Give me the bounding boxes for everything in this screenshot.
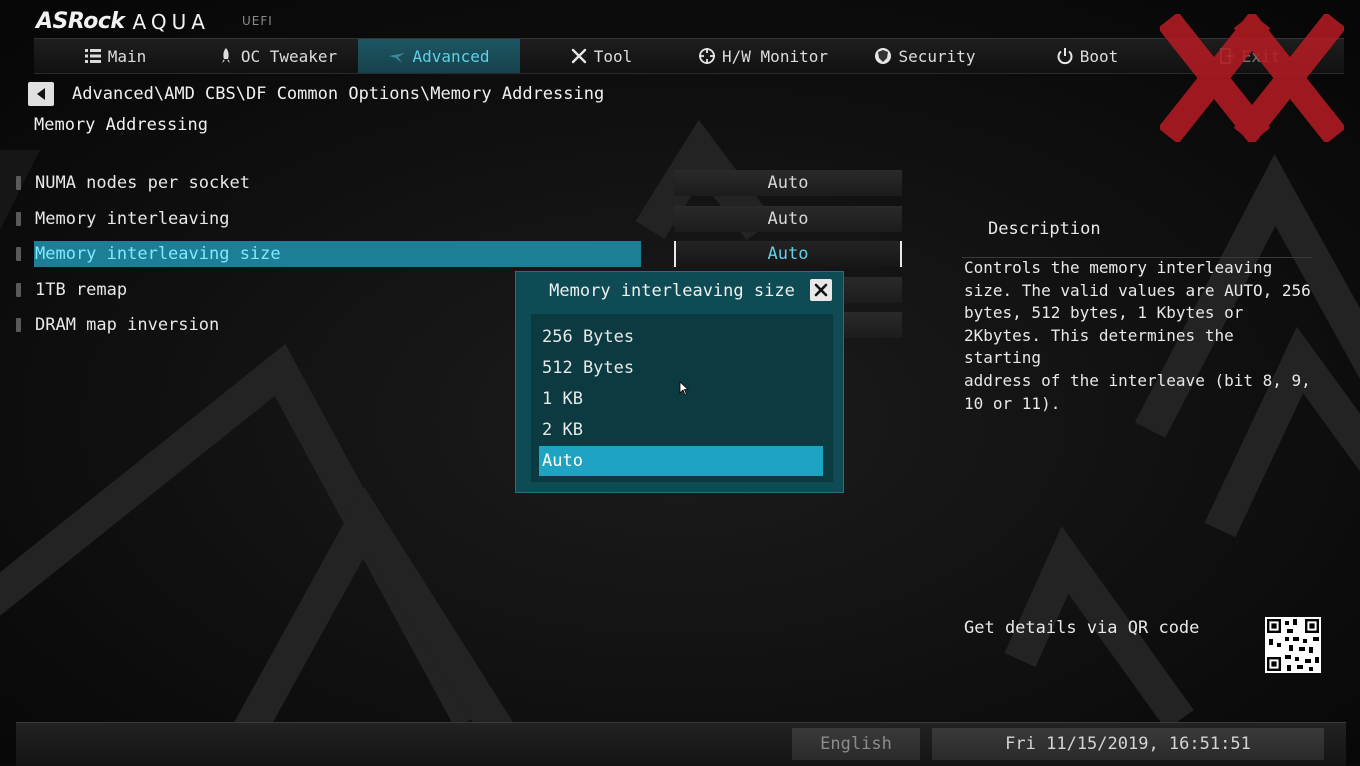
close-button[interactable] [810, 279, 832, 301]
popup-title: Memory interleaving size [549, 281, 795, 301]
page-title: Memory Addressing [34, 115, 208, 135]
description-line: address of the interleave (bit 8, 9, [964, 370, 1311, 390]
top-nav: Main OC Tweaker Advanced Tool H/W Monito… [34, 38, 1344, 74]
tab-main[interactable]: Main [34, 39, 196, 73]
tab-label: Boot [1079, 46, 1119, 66]
option-auto[interactable]: Auto [539, 446, 823, 476]
row-marker [16, 212, 21, 226]
setting-row-numa-nodes[interactable]: NUMA nodes per socket Auto [14, 170, 904, 196]
qr-code-icon[interactable] [1265, 617, 1321, 673]
crosshair-icon [699, 48, 716, 64]
tab-oc-tweaker[interactable]: OC Tweaker [196, 39, 358, 73]
setting-label: 1TB remap [35, 280, 128, 300]
tab-exit[interactable]: Exit [1168, 39, 1330, 73]
shield-icon [875, 48, 892, 64]
description-line: Controls the memory interleaving [964, 258, 1273, 277]
setting-row-memory-interleaving-size[interactable]: Memory interleaving size Auto [14, 241, 904, 267]
setting-value[interactable]: Auto [674, 206, 902, 232]
close-icon [814, 283, 828, 297]
breadcrumb: Advanced\AMD CBS\DF Common Options\Memor… [72, 84, 605, 104]
row-marker [16, 283, 21, 297]
power-icon [1057, 48, 1073, 65]
mouse-cursor-icon [679, 381, 689, 396]
back-arrow-icon [37, 88, 45, 100]
tab-label: Security [898, 46, 976, 66]
option-2-kb[interactable]: 2 KB [539, 415, 823, 445]
description-line: 2Kbytes. This determines the starting [964, 325, 1234, 368]
star-icon [389, 53, 406, 63]
rocket-icon [221, 48, 230, 63]
setting-value[interactable]: Auto [674, 170, 902, 196]
option-512-bytes[interactable]: 512 Bytes [539, 353, 823, 383]
tab-label: OC Tweaker [240, 46, 338, 66]
tools-icon [571, 48, 586, 64]
description-heading: Description [988, 219, 1101, 239]
brand-name: ASRock [36, 9, 125, 34]
setting-row-memory-interleaving[interactable]: Memory interleaving Auto [14, 206, 904, 232]
back-button[interactable] [28, 82, 54, 106]
language-button[interactable]: English [792, 728, 920, 760]
tab-security[interactable]: Security [844, 39, 1006, 73]
qr-label: Get details via QR code [964, 618, 1200, 638]
tab-advanced[interactable]: Advanced [358, 39, 520, 73]
datetime-display: Fri 11/15/2019, 16:51:51 [932, 728, 1324, 760]
tab-label: Exit [1241, 46, 1281, 66]
tab-hw-monitor[interactable]: H/W Monitor [682, 39, 844, 73]
setting-value[interactable]: Auto [674, 241, 902, 267]
tab-label: H/W Monitor [722, 46, 828, 66]
setting-label: DRAM map inversion [35, 315, 220, 335]
product-name: AQUA [132, 10, 210, 34]
asrock-logo: ASRock AQUA [36, 6, 210, 34]
option-list: 256 Bytes 512 Bytes 1 KB 2 KB Auto [531, 314, 833, 482]
setting-label: Memory interleaving [35, 209, 230, 229]
tab-boot[interactable]: Boot [1006, 39, 1168, 73]
row-marker [16, 176, 21, 190]
description-line: size. The valid values are AUTO, 256 [964, 280, 1311, 300]
uefi-label: UEFI [242, 14, 273, 28]
row-marker [16, 318, 21, 332]
setting-label: Memory interleaving size [34, 241, 641, 267]
row-marker [16, 247, 21, 261]
tab-label: Advanced [412, 46, 490, 66]
description-text: Controls the memory interleaving size. T… [964, 257, 1314, 415]
tab-label: Tool [593, 46, 633, 66]
list-icon [84, 49, 101, 63]
exit-icon [1219, 48, 1234, 64]
description-line: 10 or 11). [964, 393, 1061, 413]
tab-tool[interactable]: Tool [520, 39, 682, 73]
setting-label: NUMA nodes per socket [35, 173, 250, 193]
description-line: bytes, 512 bytes, 1 Kbytes or [964, 303, 1244, 323]
option-256-bytes[interactable]: 256 Bytes [539, 322, 823, 352]
tab-label: Main [107, 46, 147, 66]
